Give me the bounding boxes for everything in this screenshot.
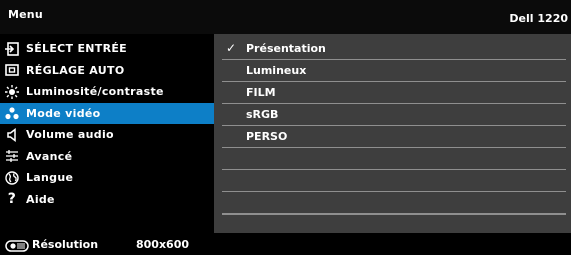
check-icon: ✓ bbox=[226, 41, 237, 55]
menu-item-brightness-contrast[interactable]: Luminosité/contraste bbox=[0, 81, 214, 103]
menu-item-video-mode[interactable]: Mode vidéo bbox=[0, 102, 214, 124]
globe-icon bbox=[4, 170, 20, 186]
submenu-option-label: FILM bbox=[246, 86, 276, 99]
menu-item-input-select[interactable]: SÉLECT ENTRÉE bbox=[0, 38, 214, 60]
menu-item-label: Langue bbox=[26, 171, 74, 185]
menu-item-label: Mode vidéo bbox=[26, 106, 101, 120]
menu-item-volume[interactable]: Volume audio bbox=[0, 124, 214, 146]
submenu-option-film[interactable]: FILM bbox=[222, 82, 566, 104]
submenu-option-lumineux[interactable]: Lumineux bbox=[222, 60, 566, 82]
submenu-divider bbox=[222, 214, 566, 215]
submenu-option-label: sRGB bbox=[246, 108, 279, 121]
submenu-option-perso[interactable]: PERSO bbox=[222, 126, 566, 148]
video-mode-icon bbox=[4, 105, 20, 121]
menu-title: Menu bbox=[8, 8, 43, 21]
speaker-icon bbox=[4, 127, 20, 143]
submenu-option-label: Présentation bbox=[246, 42, 326, 55]
menu-item-advanced[interactable]: Avancé bbox=[0, 146, 214, 168]
brightness-icon bbox=[4, 84, 20, 100]
menu-item-label: SÉLECT ENTRÉE bbox=[26, 42, 127, 56]
menu-item-label: Aide bbox=[26, 192, 55, 206]
resolution-icon bbox=[4, 238, 30, 252]
advanced-settings-icon bbox=[4, 148, 20, 164]
resolution-label: Résolution bbox=[32, 238, 99, 251]
submenu-option-srgb[interactable]: sRGB bbox=[222, 104, 566, 126]
submenu-empty-row bbox=[222, 192, 566, 214]
menu-item-help[interactable]: ? Aide bbox=[0, 189, 214, 211]
submenu-empty-row bbox=[222, 170, 566, 192]
menu-item-label: Avancé bbox=[26, 149, 73, 163]
menu-item-auto-adjust[interactable]: RÉGLAGE AUTO bbox=[0, 60, 214, 82]
model-name: Dell 1220 bbox=[509, 12, 568, 25]
projector-osd: Menu Dell 1220 SÉLECT ENTRÉE RÉGLAGE AUT… bbox=[0, 0, 571, 255]
title-bar: Menu Dell 1220 bbox=[0, 0, 571, 34]
video-mode-submenu: ✓ Présentation Lumineux FILM sRGB PERSO bbox=[214, 34, 571, 233]
submenu-option-label: PERSO bbox=[246, 130, 288, 143]
auto-adjust-icon bbox=[4, 62, 20, 78]
menu-item-language[interactable]: Langue bbox=[0, 167, 214, 189]
status-bar: Résolution 800x600 bbox=[0, 234, 571, 255]
input-select-icon bbox=[4, 41, 20, 57]
submenu-option-label: Lumineux bbox=[246, 64, 307, 77]
help-icon: ? bbox=[7, 191, 17, 208]
menu-item-label: Luminosité/contraste bbox=[26, 85, 164, 99]
resolution-value: 800x600 bbox=[136, 238, 190, 251]
submenu-empty-row bbox=[222, 148, 566, 170]
submenu-option-presentation[interactable]: ✓ Présentation bbox=[222, 38, 566, 60]
main-menu: SÉLECT ENTRÉE RÉGLAGE AUTO Luminosité/co… bbox=[0, 38, 214, 210]
menu-item-label: RÉGLAGE AUTO bbox=[26, 63, 125, 77]
menu-item-label: Volume audio bbox=[26, 128, 114, 142]
